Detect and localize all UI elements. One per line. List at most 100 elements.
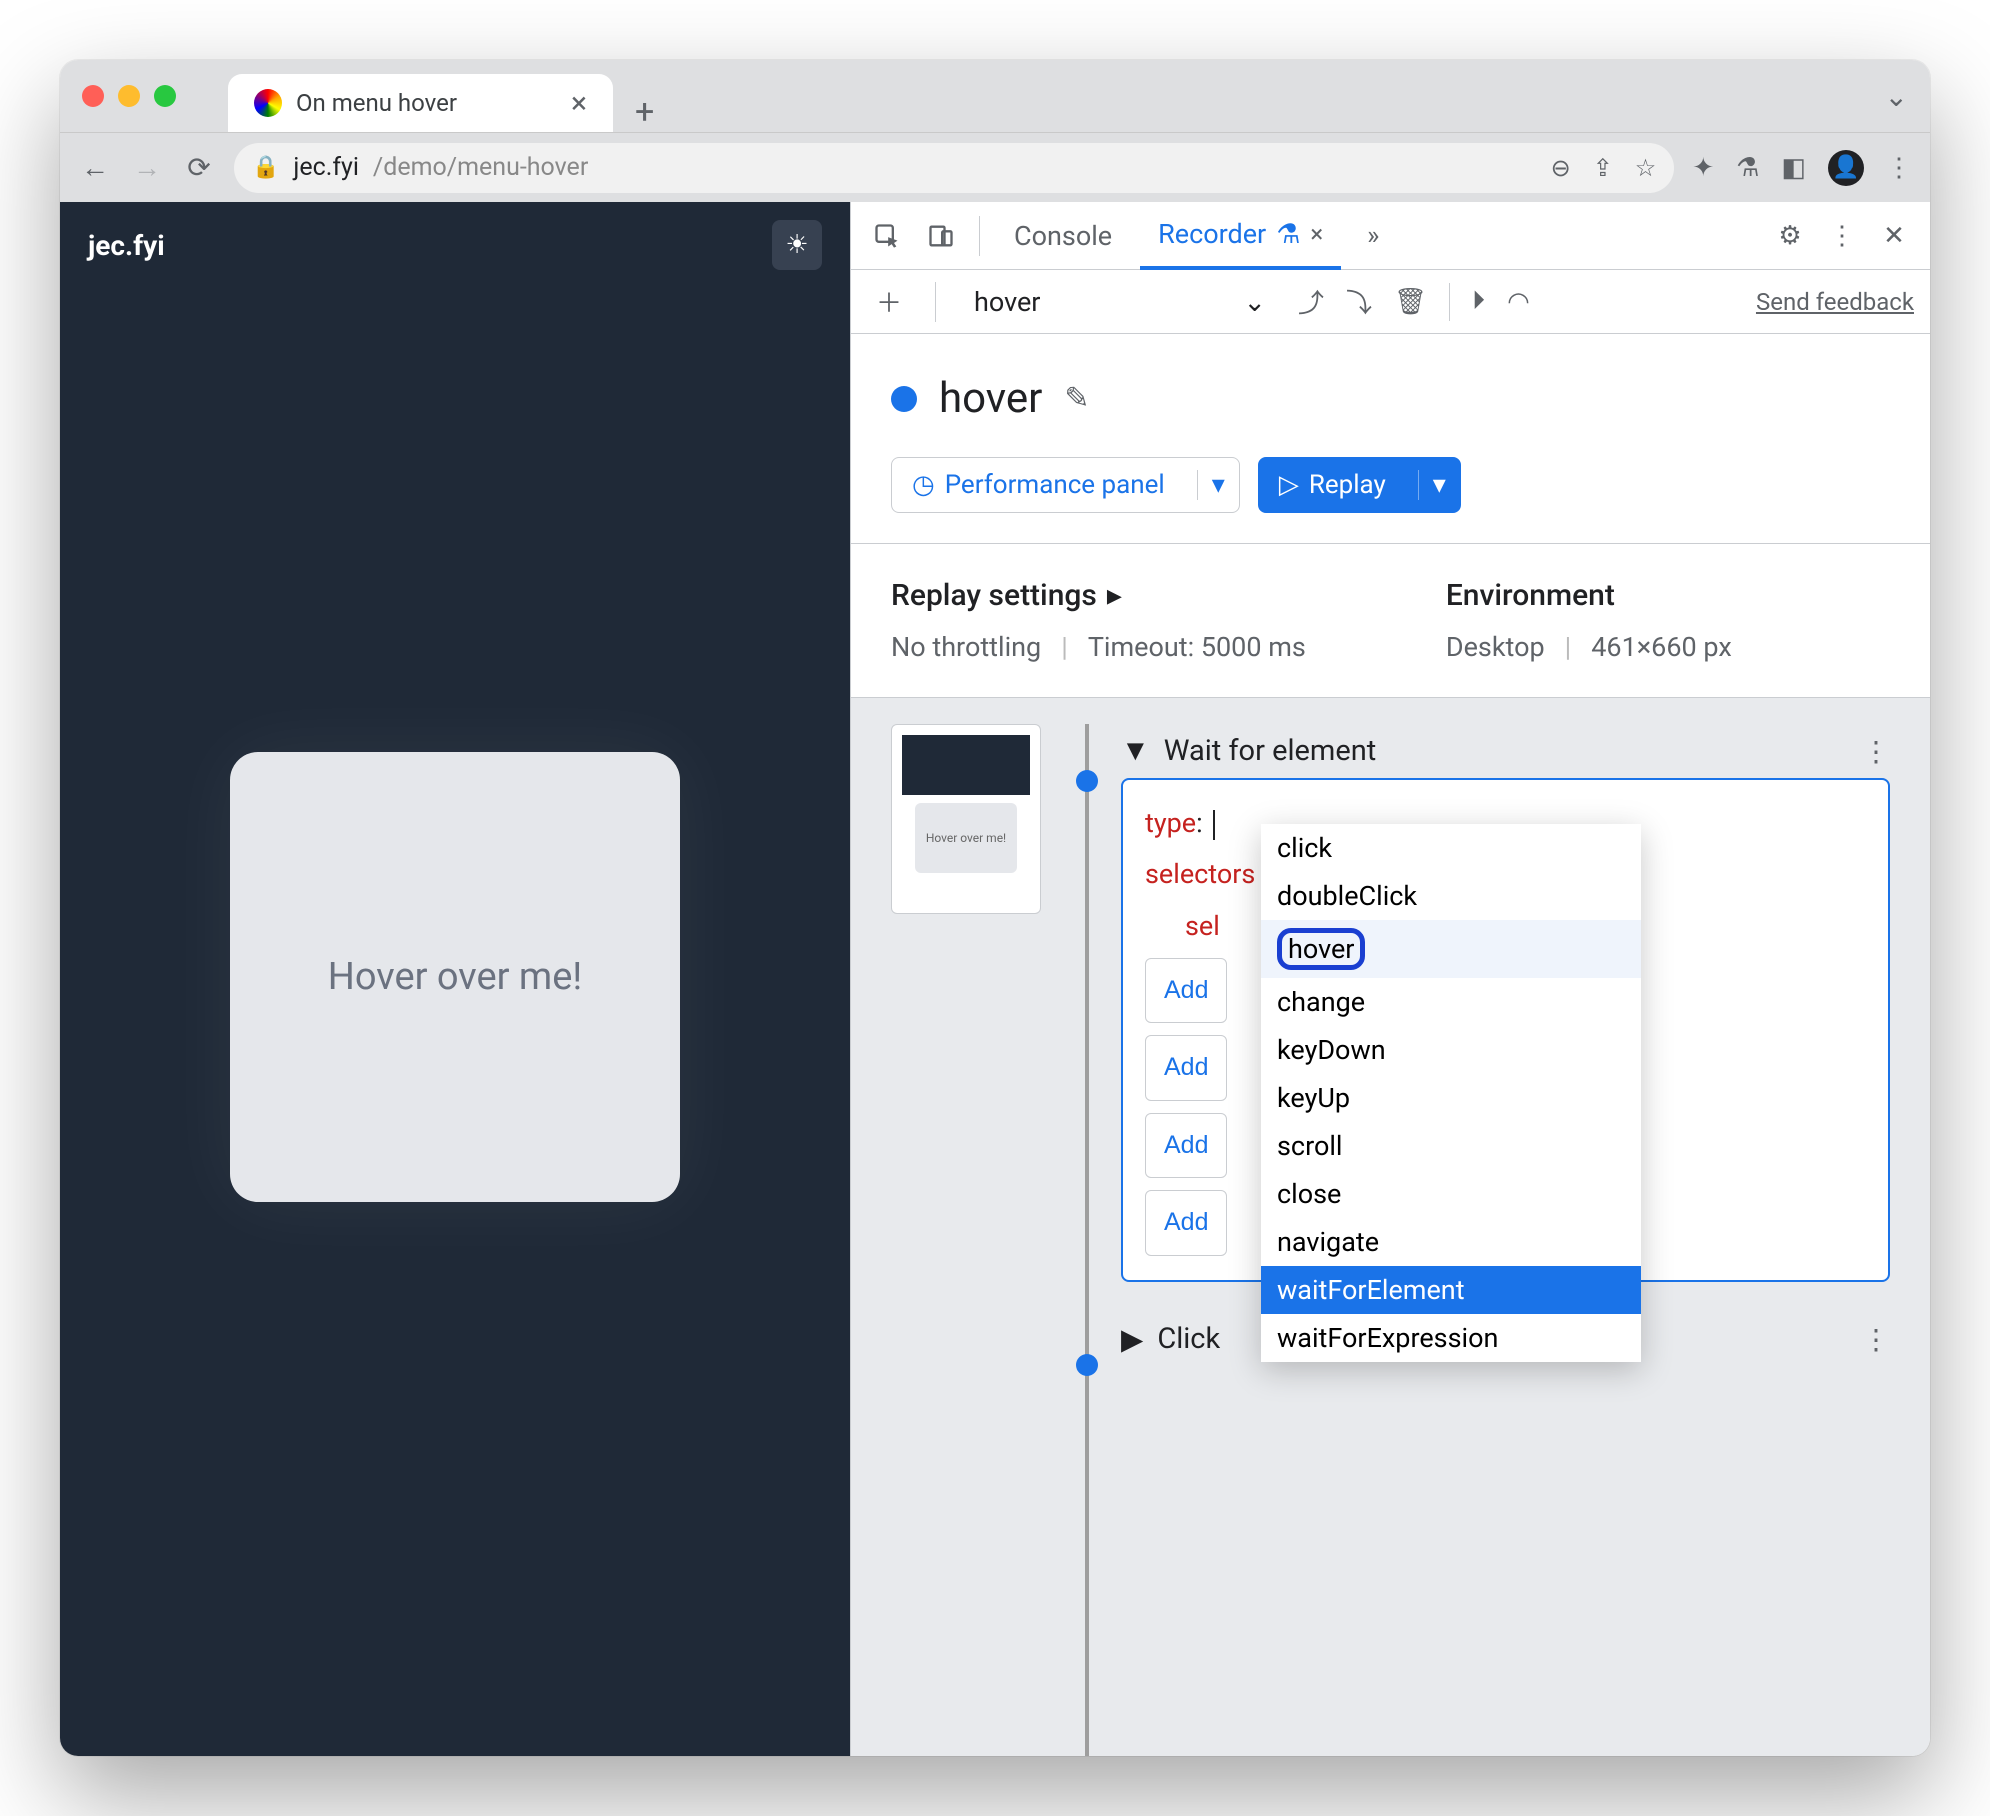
prop-selectors: selectors: [1145, 858, 1255, 890]
url-path: /demo/menu-hover: [373, 153, 588, 182]
replay-button[interactable]: ▷Replay ▾: [1258, 457, 1461, 513]
import-icon[interactable]: ⤵: [1346, 283, 1372, 320]
reload-button[interactable]: ⟳: [182, 151, 216, 184]
recorder-actions: ⤴ ⤵ 🗑 ⏵ ◠: [1298, 283, 1530, 321]
more-tabs-icon[interactable]: »: [1351, 214, 1395, 258]
tabs-menu-icon[interactable]: ⌄: [1885, 80, 1908, 113]
hover-card[interactable]: Hover over me!: [230, 752, 680, 1202]
environment-heading: Environment: [1446, 578, 1732, 613]
page-header: jec.fyi ☀: [88, 220, 822, 270]
browser-tab[interactable]: On menu hover ×: [228, 74, 613, 132]
maximize-window[interactable]: [154, 85, 176, 107]
minimize-window[interactable]: [118, 85, 140, 107]
omnibox[interactable]: 🔒 jec.fyi/demo/menu-hover ⊖ ⇪ ☆: [234, 143, 1674, 193]
step-menu-icon[interactable]: ⋮: [1862, 735, 1890, 768]
omnibox-actions: ⊖ ⇪ ☆: [1551, 154, 1657, 182]
chevron-down-icon: ⌄: [1243, 286, 1266, 318]
replay-dropdown-icon[interactable]: ▾: [1418, 470, 1460, 500]
new-tab-button[interactable]: +: [635, 92, 654, 132]
add-button[interactable]: Add: [1145, 1113, 1227, 1179]
replay-settings: Replay settings▸ No throttling | Timeout…: [891, 578, 1306, 663]
play-icon: ▷: [1279, 470, 1299, 500]
slow-replay-icon[interactable]: ◠: [1507, 287, 1530, 317]
inspect-icon[interactable]: [865, 214, 909, 258]
prop-sel: sel: [1185, 910, 1220, 942]
dropdown-option-keyDown[interactable]: keyDown: [1261, 1026, 1641, 1074]
dropdown-option-waitForElement[interactable]: waitForElement: [1261, 1266, 1641, 1314]
theme-toggle-button[interactable]: ☀: [772, 220, 822, 270]
environment-values: Desktop | 461×660 px: [1446, 631, 1732, 663]
dropdown-option-close[interactable]: close: [1261, 1170, 1641, 1218]
extensions-icon[interactable]: ✦: [1692, 153, 1714, 183]
divider: [935, 282, 936, 322]
divider: [1449, 283, 1450, 321]
dropdown-option-doubleClick[interactable]: doubleClick: [1261, 872, 1641, 920]
address-bar: ← → ⟳ 🔒 jec.fyi/demo/menu-hover ⊖ ⇪ ☆ ✦ …: [60, 132, 1930, 202]
kebab-menu-icon[interactable]: ⋮: [1820, 214, 1864, 258]
close-devtools-icon[interactable]: ✕: [1872, 214, 1916, 258]
bookmark-icon[interactable]: ☆: [1635, 154, 1657, 182]
hover-card-text: Hover over me!: [328, 955, 582, 999]
timeline-line: [1085, 724, 1089, 1756]
add-button[interactable]: Add: [1145, 958, 1227, 1024]
dropdown-option-waitForExpression[interactable]: waitForExpression: [1261, 1314, 1641, 1362]
devtools-panel: Console Recorder ⚗ × » ⚙ ⋮ ✕ ＋ hover: [850, 202, 1930, 1756]
flask-icon: ⚗: [1276, 218, 1300, 250]
perf-dropdown-icon[interactable]: ▾: [1197, 470, 1239, 500]
export-icon[interactable]: ⤴: [1298, 283, 1324, 320]
type-autocomplete-dropdown[interactable]: clickdoubleClickhoverchangekeyDownkeyUps…: [1261, 824, 1641, 1362]
timeline: ▼ Wait for element ⋮ type: selectors sel…: [1071, 724, 1890, 1730]
tab-recorder[interactable]: Recorder ⚗ ×: [1140, 202, 1341, 270]
dropdown-option-navigate[interactable]: navigate: [1261, 1218, 1641, 1266]
chrome-menu-icon[interactable]: ⋮: [1886, 153, 1912, 183]
recording-select[interactable]: hover ⌄: [960, 280, 1280, 324]
dropdown-option-change[interactable]: change: [1261, 978, 1641, 1026]
add-button[interactable]: Add: [1145, 1035, 1227, 1101]
browser-window: On menu hover × + ⌄ ← → ⟳ 🔒 jec.fyi/demo…: [60, 60, 1930, 1756]
gauge-icon: ◷: [912, 470, 935, 500]
close-window[interactable]: [82, 85, 104, 107]
content-area: jec.fyi ☀ Hover over me! Console Recorde…: [60, 202, 1930, 1756]
settings-row: Replay settings▸ No throttling | Timeout…: [851, 544, 1930, 697]
recording-title-row: hover ✎: [891, 374, 1890, 423]
tab-title: On menu hover: [296, 89, 457, 117]
zoom-out-icon[interactable]: ⊖: [1551, 154, 1571, 182]
site-title: jec.fyi: [88, 229, 165, 262]
labs-icon[interactable]: ⚗: [1736, 153, 1759, 183]
settings-icon[interactable]: ⚙: [1768, 214, 1812, 258]
environment-settings: Environment Desktop | 461×660 px: [1446, 578, 1732, 663]
panel-icon[interactable]: ◧: [1781, 153, 1806, 183]
recording-actions: ◷Performance panel ▾ ▷Replay ▾: [891, 457, 1890, 513]
dropdown-option-scroll[interactable]: scroll: [1261, 1122, 1641, 1170]
tab-console[interactable]: Console: [996, 202, 1130, 270]
recording-title: hover: [939, 374, 1042, 423]
dropdown-option-hover[interactable]: hover: [1261, 920, 1641, 978]
add-button[interactable]: Add: [1145, 1190, 1227, 1256]
chevron-right-icon: ▸: [1107, 578, 1122, 613]
recording-header: hover ✎ ◷Performance panel ▾ ▷Replay ▾: [851, 334, 1930, 543]
step-header[interactable]: ▼ Wait for element ⋮: [1121, 724, 1890, 778]
dropdown-option-keyUp[interactable]: keyUp: [1261, 1074, 1641, 1122]
step-thumbnail[interactable]: Hover over me!: [891, 724, 1041, 914]
dropdown-option-click[interactable]: click: [1261, 824, 1641, 872]
record-dot-icon: [891, 386, 917, 412]
back-button[interactable]: ←: [78, 151, 112, 184]
share-icon[interactable]: ⇪: [1593, 154, 1613, 182]
chevron-right-icon: ▶: [1121, 1322, 1143, 1357]
device-toggle-icon[interactable]: [919, 214, 963, 258]
send-feedback-link[interactable]: Send feedback: [1756, 288, 1914, 316]
profile-avatar[interactable]: 👤: [1828, 150, 1864, 186]
rendered-page: jec.fyi ☀ Hover over me!: [60, 202, 850, 1756]
replay-settings-heading[interactable]: Replay settings▸: [891, 578, 1306, 613]
edit-title-icon[interactable]: ✎: [1064, 381, 1089, 416]
forward-button[interactable]: →: [130, 151, 164, 184]
timeline-node: [1076, 770, 1098, 792]
step-menu-icon[interactable]: ⋮: [1862, 1323, 1890, 1356]
performance-panel-button[interactable]: ◷Performance panel ▾: [891, 457, 1240, 513]
tab-strip: On menu hover × +: [228, 60, 654, 132]
close-tab-icon[interactable]: ×: [571, 86, 587, 121]
delete-icon[interactable]: 🗑: [1394, 287, 1427, 317]
new-recording-button[interactable]: ＋: [867, 280, 911, 324]
close-panel-icon[interactable]: ×: [1310, 220, 1323, 248]
step-play-icon[interactable]: ⏵: [1472, 286, 1485, 317]
